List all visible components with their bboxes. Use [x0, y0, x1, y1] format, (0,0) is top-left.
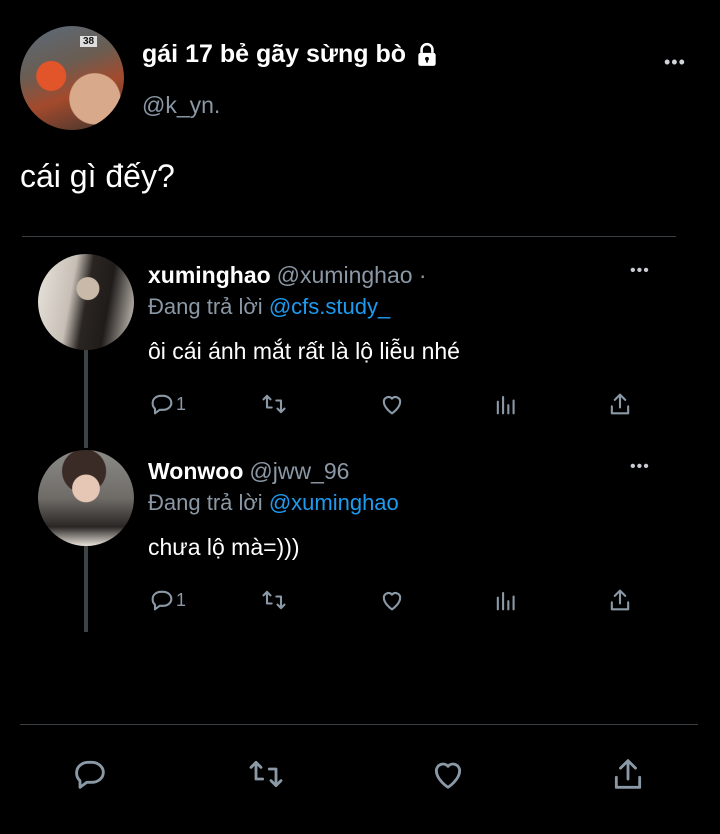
replying-to-prefix: Đang trả lời: [148, 490, 269, 515]
tweet-actions: [0, 740, 720, 810]
reply-count: 1: [176, 589, 187, 610]
like-button[interactable]: [378, 390, 406, 418]
reply-button[interactable]: [70, 754, 110, 799]
replying-to-mention[interactable]: @xuminghao: [269, 490, 399, 515]
like-button[interactable]: [378, 586, 406, 614]
stats-button[interactable]: [492, 390, 520, 418]
lock-icon: [418, 42, 436, 66]
divider: [20, 724, 698, 725]
reply-item[interactable]: Wonwoo @jww_96 ••• Đang trả lời @xumingha…: [0, 446, 720, 626]
replying-to-mention[interactable]: @cfs.study_: [269, 294, 390, 319]
share-button[interactable]: [606, 390, 634, 418]
like-button[interactable]: [428, 754, 468, 799]
share-button[interactable]: [606, 586, 634, 614]
thread-line: [84, 350, 88, 448]
reply-avatar[interactable]: [38, 254, 134, 350]
author-name-text: gái 17 bẻ gãy sừng bò: [142, 40, 407, 68]
retweet-button[interactable]: [246, 754, 286, 799]
reply-author-name: Wonwoo: [148, 458, 244, 484]
like-icon: [382, 592, 402, 611]
like-icon: [434, 762, 462, 789]
tweet-text: cái gì đếy?: [20, 158, 175, 194]
more-options-icon[interactable]: •••: [630, 262, 650, 280]
share-icon: [610, 393, 630, 415]
like-icon: [382, 396, 402, 415]
reply-icon: [75, 760, 105, 789]
reply-author[interactable]: Wonwoo @jww_96: [148, 458, 349, 485]
retweet-icon: [262, 394, 286, 414]
reply-actions: 1: [148, 390, 648, 420]
retweet-button[interactable]: [260, 390, 288, 418]
reply-button[interactable]: 1: [148, 586, 186, 614]
author-avatar[interactable]: 38: [20, 26, 124, 130]
reply-author-handle: @jww_96: [249, 458, 350, 484]
reply-icon: [151, 394, 173, 415]
replying-to-prefix: Đang trả lời: [148, 294, 269, 319]
reply-actions: 1: [148, 586, 648, 616]
share-icon: [610, 589, 630, 611]
reply-text: chưa lộ mà=))): [148, 534, 300, 560]
more-options-icon[interactable]: •••: [664, 52, 686, 73]
stats-icon: [496, 395, 515, 415]
avatar-badge-text: 38: [80, 36, 98, 47]
reply-author[interactable]: xuminghao @xuminghao ·: [148, 262, 427, 289]
reply-author-name: xuminghao: [148, 262, 271, 288]
thread-line: [84, 546, 88, 632]
retweet-icon: [249, 760, 283, 788]
reply-item[interactable]: xuminghao @xuminghao · ••• Đang trả lời @…: [0, 250, 720, 430]
replying-to: Đang trả lời @xuminghao: [148, 490, 399, 516]
tweet-header: 38 gái 17 bẻ gãy sừng bò @k_yn. •••: [0, 0, 720, 140]
retweet-icon: [262, 590, 286, 610]
retweet-button[interactable]: [260, 586, 288, 614]
reply-button[interactable]: 1: [148, 390, 186, 418]
replying-to: Đang trả lời @cfs.study_: [148, 294, 390, 320]
share-button[interactable]: [608, 754, 648, 799]
share-icon: [614, 759, 642, 789]
reply-count: 1: [176, 393, 187, 414]
reply-avatar[interactable]: [38, 450, 134, 546]
stats-button[interactable]: [492, 586, 520, 614]
reply-text: ôi cái ánh mắt rất là lộ liễu nhé: [148, 338, 460, 364]
stats-icon: [496, 591, 515, 611]
author-name[interactable]: gái 17 bẻ gãy sừng bò: [142, 40, 440, 69]
reply-icon: [151, 590, 173, 611]
divider: [22, 236, 676, 237]
reply-author-handle: @xuminghao ·: [276, 262, 427, 288]
more-options-icon[interactable]: •••: [630, 458, 650, 476]
author-handle[interactable]: @k_yn.: [142, 92, 220, 119]
